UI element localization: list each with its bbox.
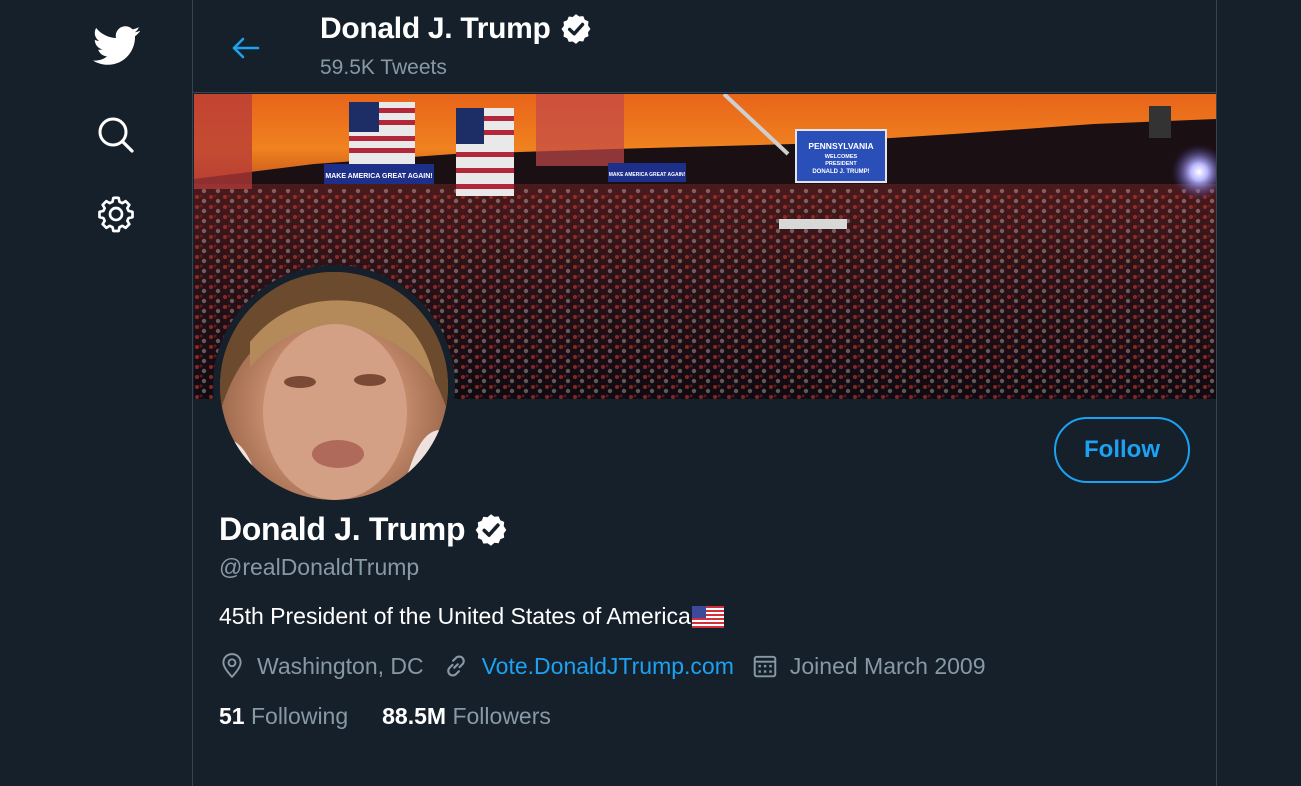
twitter-logo-icon[interactable] [93,24,141,68]
banner-screen-line2: WELCOMES [825,154,858,160]
following-stat[interactable]: 51 Following [219,703,348,730]
bio-text: 45th President of the United States of A… [219,603,691,629]
location-pin-icon [222,653,242,679]
us-flag-icon [691,605,724,628]
followers-label: Followers [452,703,551,729]
profile-meta: Washington, DC Vote.DonaldJTrump.com Joi… [219,652,1004,680]
gear-icon[interactable] [94,192,138,236]
profile-name: Donald J. Trump [219,511,509,548]
back-button[interactable] [225,28,265,68]
header-title: Donald J. Trump [320,12,593,46]
banner-screen-line1: PENNSYLVANIA [808,141,873,151]
banner-sign-mid: MAKE AMERICA GREAT AGAIN! [609,172,686,178]
website-item: Vote.DonaldJTrump.com [442,652,734,680]
follow-button[interactable]: Follow [1054,417,1190,483]
verified-badge-icon [475,513,507,546]
following-label: Following [250,703,349,729]
tweets-count: 59.5K Tweets [320,56,447,79]
link-icon [446,655,465,677]
profile-stats: 51 Following 88.5M Followers [219,703,585,730]
profile-handle: @realDonaldTrump [219,554,420,580]
following-count: 51 [219,703,251,729]
profile-header: Donald J. Trump 59.5K Tweets [193,0,1216,93]
app-root: Donald J. Trump 59.5K Tweets MAKE AMERIC… [0,0,1301,786]
profile-name-text: Donald J. Trump [219,511,466,547]
back-arrow-icon [232,37,260,59]
verified-badge-icon [561,14,590,44]
joined-item: Joined March 2009 [752,653,986,680]
banner-screen-line3: PRESIDENT [825,161,857,167]
followers-stat[interactable]: 88.5M Followers [382,703,551,730]
left-nav [0,0,193,786]
banner-screen-line4: DONALD J. TRUMP! [812,169,869,175]
profile-column: Donald J. Trump 59.5K Tweets MAKE AMERIC… [193,0,1217,786]
calendar-icon [753,655,777,678]
joined-text: Joined March 2009 [789,652,986,679]
search-icon[interactable] [94,113,138,157]
profile-avatar[interactable] [213,265,455,507]
location-text: Washington, DC [257,652,424,679]
avatar-photo [220,272,448,500]
website-link[interactable]: Vote.DonaldJTrump.com [482,653,734,680]
location-item: Washington, DC [219,652,424,680]
header-name-text: Donald J. Trump [320,12,551,45]
profile-bio: 45th President of the United States of A… [219,603,724,630]
followers-count: 88.5M [382,703,453,729]
banner-sign-left: MAKE AMERICA GREAT AGAIN! [325,173,432,180]
